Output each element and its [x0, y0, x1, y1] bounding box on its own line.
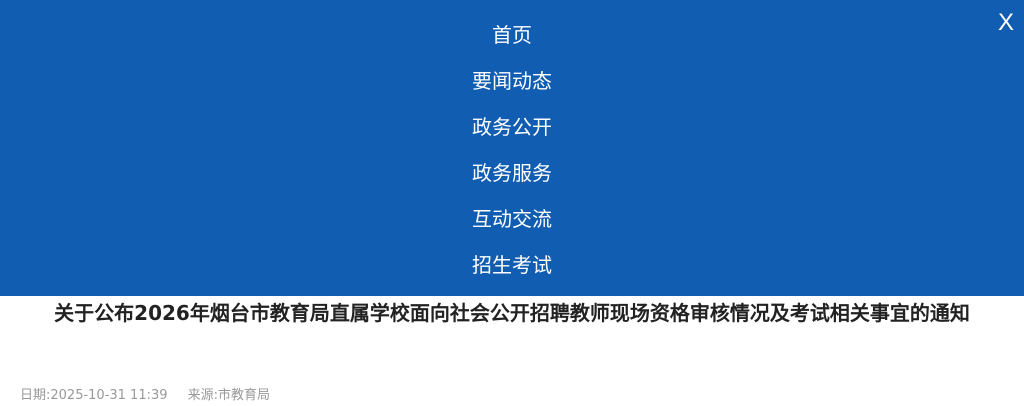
article-source: 来源:市教育局 — [187, 388, 271, 403]
article-meta: 日期:2025-10-31 11:39 来源:市教育局 — [20, 386, 270, 406]
nav-item-government-affairs[interactable]: 政务公开 — [0, 104, 1024, 150]
nav-item-news[interactable]: 要闻动态 — [0, 58, 1024, 104]
nav-item-admissions-exams[interactable]: 招生考试 — [0, 242, 1024, 288]
nav-item-interaction[interactable]: 互动交流 — [0, 196, 1024, 242]
nav-menu-overlay: 首页 要闻动态 政务公开 政务服务 互动交流 招生考试 X — [0, 0, 1024, 296]
article-date: 日期:2025-10-31 11:39 — [20, 388, 168, 403]
nav-menu: 首页 要闻动态 政务公开 政务服务 互动交流 招生考试 — [0, 12, 1024, 288]
close-button[interactable]: X — [998, 8, 1014, 38]
nav-item-home[interactable]: 首页 — [0, 12, 1024, 58]
article-title: 关于公布2026年烟台市教育局直属学校面向社会公开招聘教师现场资格审核情况及考试… — [54, 301, 970, 325]
nav-item-government-services[interactable]: 政务服务 — [0, 150, 1024, 196]
